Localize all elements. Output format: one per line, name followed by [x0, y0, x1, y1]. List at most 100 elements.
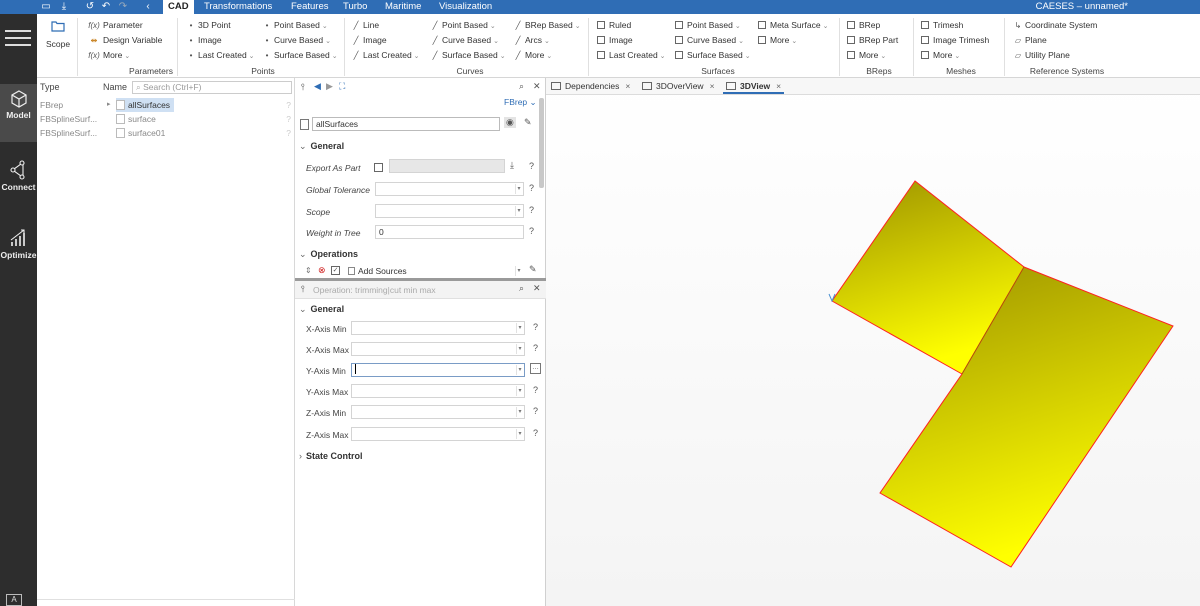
- tab-maritime[interactable]: Maritime: [380, 0, 426, 14]
- chevron-down-icon[interactable]: ▾: [515, 266, 522, 276]
- edit-pencil-icon[interactable]: ✎: [529, 264, 537, 275]
- tab-3dview[interactable]: 3DView ×: [723, 79, 785, 94]
- help-icon[interactable]: ?: [533, 406, 538, 416]
- redo-icon[interactable]: ↷: [117, 1, 129, 13]
- close-icon[interactable]: ×: [710, 81, 715, 91]
- export-as-part-checkbox[interactable]: [374, 163, 383, 172]
- tab-visualization[interactable]: Visualization: [434, 0, 497, 14]
- tab-3doverview[interactable]: 3DOverView ×: [639, 79, 718, 94]
- open-folder-icon[interactable]: ▭: [40, 1, 52, 13]
- surface-more-button[interactable]: More ⌄: [758, 34, 797, 48]
- help-icon[interactable]: ?: [533, 322, 538, 332]
- help-icon[interactable]: ?: [529, 226, 534, 236]
- section-general[interactable]: ⌄ General: [299, 141, 344, 152]
- help-icon[interactable]: ?: [286, 98, 291, 112]
- hamburger-menu-icon[interactable]: [5, 30, 31, 48]
- point-3d-button[interactable]: • 3D Point: [186, 19, 231, 32]
- object-name-input[interactable]: allSurfaces: [312, 117, 500, 131]
- curve-point-based-button[interactable]: ╱ Point Based ⌄: [430, 19, 496, 33]
- visibility-eye-icon[interactable]: ◉: [504, 117, 516, 128]
- save-icon[interactable]: ⤓: [58, 1, 70, 13]
- image-trimesh-button[interactable]: Image Trimesh: [921, 34, 989, 46]
- surface-point-based-button[interactable]: Point Based ⌄: [675, 19, 741, 33]
- close-icon[interactable]: ×: [625, 81, 630, 91]
- section-operations[interactable]: ⌄ Operations: [299, 249, 358, 260]
- undo-history-icon[interactable]: ↺: [84, 1, 96, 13]
- chevron-down-icon[interactable]: ▾: [516, 365, 523, 375]
- tab-dependencies[interactable]: Dependencies ×: [548, 79, 633, 94]
- help-icon[interactable]: ?: [529, 161, 534, 171]
- help-icon[interactable]: ?: [286, 126, 291, 140]
- design-variable-button[interactable]: ⇹ Design Variable: [87, 34, 163, 47]
- tab-cad[interactable]: CAD: [163, 0, 194, 14]
- section-state-control[interactable]: › State Control: [299, 451, 363, 461]
- global-tolerance-input[interactable]: ▾: [375, 182, 524, 196]
- scope-input[interactable]: ▾: [375, 204, 524, 218]
- curve-curve-based-button[interactable]: ╱ Curve Based ⌄: [430, 34, 499, 48]
- column-type-header[interactable]: Type: [40, 82, 60, 92]
- point-image-button[interactable]: • Image: [186, 34, 222, 47]
- parameters-more-button[interactable]: f(x) More ⌄: [87, 49, 130, 63]
- point-surface-based-button[interactable]: • Surface Based ⌄: [262, 49, 338, 63]
- help-icon[interactable]: ?: [533, 385, 538, 395]
- column-name-header[interactable]: Name: [103, 82, 127, 92]
- chevron-down-icon[interactable]: ▾: [516, 344, 523, 354]
- object-type-link[interactable]: FBrep ⌄: [504, 97, 537, 108]
- chevron-down-icon[interactable]: ▾: [516, 323, 523, 333]
- help-icon[interactable]: ?: [529, 183, 534, 193]
- y-axis-max-input[interactable]: ▾: [351, 384, 525, 398]
- curve-line-button[interactable]: ╱ Line: [351, 19, 380, 32]
- close-icon[interactable]: ×: [776, 81, 781, 91]
- rail-optimize[interactable]: Optimize: [0, 222, 37, 280]
- rail-connect[interactable]: Connect: [0, 154, 37, 212]
- plane-button[interactable]: ▱ Plane: [1013, 34, 1047, 47]
- properties-scrollbar[interactable]: [539, 98, 544, 188]
- rail-model[interactable]: Model: [0, 84, 37, 142]
- close-icon[interactable]: ✕: [533, 283, 541, 294]
- parameter-button[interactable]: f(x) Parameter: [87, 19, 142, 32]
- tab-turbo[interactable]: Turbo: [338, 0, 372, 14]
- surface-ruled-button[interactable]: Ruled: [597, 19, 631, 31]
- search-icon[interactable]: ⌕: [519, 81, 524, 92]
- chevron-down-icon[interactable]: ▾: [515, 184, 522, 194]
- meshes-more-button[interactable]: More ⌄: [921, 49, 960, 63]
- pin-icon[interactable]: ⫯: [301, 284, 305, 295]
- tree-row[interactable]: FBrep ▸ allSurfaces ?: [37, 98, 295, 112]
- tree-row[interactable]: FBSplineSurf... surface01 ?: [37, 126, 295, 140]
- scope-button[interactable]: Scope: [46, 38, 70, 50]
- back-arrow-icon[interactable]: ◀: [314, 81, 321, 92]
- section-op-general[interactable]: ⌄ General: [299, 304, 344, 315]
- curve-more-button[interactable]: ╱ More ⌄: [513, 49, 553, 63]
- help-icon[interactable]: ?: [286, 112, 291, 126]
- add-sources-input[interactable]: Add Sources ▾: [344, 264, 524, 278]
- tree-search-input[interactable]: ⌕ Search (Ctrl+F): [132, 81, 292, 94]
- point-curve-based-button[interactable]: • Curve Based ⌄: [262, 34, 331, 48]
- chevron-down-icon[interactable]: ▾: [516, 407, 523, 417]
- enable-checkbox-icon[interactable]: ✓: [331, 266, 340, 275]
- brep-part-button[interactable]: BRep Part: [847, 34, 898, 46]
- drag-handle-icon[interactable]: ⇕: [305, 266, 312, 275]
- more-options-icon[interactable]: …: [530, 363, 541, 374]
- close-icon[interactable]: ✕: [533, 81, 541, 92]
- x-axis-max-input[interactable]: ▾: [351, 342, 525, 356]
- x-axis-min-input[interactable]: ▾: [351, 321, 525, 335]
- curve-surface-based-button[interactable]: ╱ Surface Based ⌄: [430, 49, 506, 63]
- export-icon[interactable]: ⤓: [510, 160, 514, 171]
- tab-features[interactable]: Features: [286, 0, 334, 14]
- assistant-icon[interactable]: A: [6, 594, 22, 606]
- curve-image-button[interactable]: ╱ Image: [351, 34, 387, 47]
- edit-pencil-icon[interactable]: ✎: [524, 117, 532, 128]
- chevron-down-icon[interactable]: ▾: [516, 386, 523, 396]
- remove-icon[interactable]: ⊗: [318, 265, 326, 276]
- surface-image-button[interactable]: Image: [597, 34, 633, 46]
- coordinate-system-button[interactable]: ↳ Coordinate System: [1013, 19, 1098, 32]
- tab-transformations[interactable]: Transformations: [199, 0, 277, 14]
- 3d-scene[interactable]: [546, 95, 1200, 606]
- surface-curve-based-button[interactable]: Curve Based ⌄: [675, 34, 744, 48]
- brep-button[interactable]: BRep: [847, 19, 880, 31]
- surface-meta-button[interactable]: Meta Surface ⌄: [758, 19, 828, 33]
- curve-brep-based-button[interactable]: ╱ BRep Based ⌄: [513, 19, 581, 33]
- weight-in-tree-input[interactable]: 0: [375, 225, 524, 239]
- utility-plane-button[interactable]: ▱ Utility Plane: [1013, 49, 1070, 62]
- point-last-created-button[interactable]: • Last Created ⌄: [186, 49, 255, 63]
